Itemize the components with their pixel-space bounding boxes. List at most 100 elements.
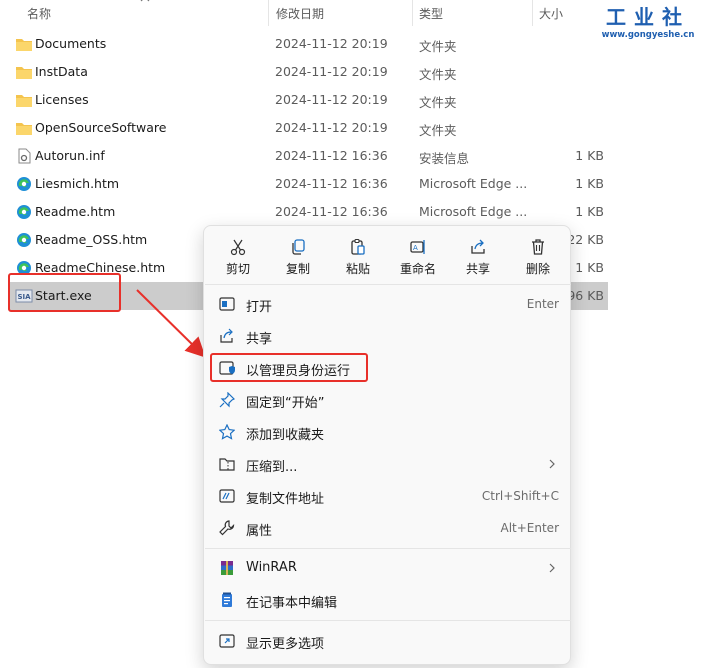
file-row[interactable]: Autorun.inf 2024-11-12 16:36 安装信息 1 KB	[8, 142, 608, 170]
logo-text: 工业社	[606, 5, 690, 29]
file-name: Documents	[35, 36, 107, 51]
rename-icon: A	[410, 240, 425, 254]
watermark-logo: 工业社 www.gongyeshe.cn	[600, 4, 696, 46]
file-type: 文件夹	[419, 123, 457, 138]
run-as-admin-highlight	[210, 353, 368, 382]
cut-label: 剪切	[225, 262, 250, 276]
menu-item-notepad[interactable]: 在记事本中编辑	[210, 585, 564, 615]
share-quick-label: 共享	[465, 262, 490, 276]
zip-icon	[219, 458, 235, 471]
file-name: Readme_OSS.htm	[35, 232, 148, 247]
menu-item-pin-start[interactable]: 固定到“开始”	[210, 385, 564, 415]
file-type: Microsoft Edge ...	[419, 204, 528, 219]
file-date: 2024-11-12 20:19	[275, 64, 388, 79]
menu-label: 复制文件地址	[246, 492, 325, 507]
menu-label: 添加到收藏夹	[246, 428, 325, 443]
menu-label: 共享	[246, 332, 273, 347]
file-row[interactable]: OpenSourceSoftware 2024-11-12 20:19 文件夹	[8, 114, 608, 142]
file-row[interactable]: InstData 2024-11-12 20:19 文件夹	[8, 58, 608, 86]
chevron-right-icon	[549, 459, 555, 469]
file-type: 文件夹	[419, 95, 457, 110]
menu-item-share[interactable]: 共享	[210, 321, 564, 351]
folder-icon	[16, 123, 32, 135]
copy-path-icon	[219, 489, 235, 503]
file-row[interactable]: Readme.htm 2024-11-12 16:36 Microsoft Ed…	[8, 198, 608, 226]
rename-button[interactable]: A 重命名	[390, 234, 446, 280]
menu-separator	[205, 284, 571, 285]
share-quick-button[interactable]: 共享	[450, 234, 506, 280]
column-divider	[532, 0, 533, 26]
star-icon	[219, 424, 235, 440]
file-size: 1 KB	[575, 148, 604, 163]
paste-label: 粘贴	[345, 262, 370, 276]
copy-icon	[292, 239, 305, 255]
column-divider	[412, 0, 413, 26]
cut-button[interactable]: 剪切	[210, 234, 266, 280]
column-divider	[268, 0, 269, 26]
logo-url: www.gongyeshe.cn	[601, 30, 695, 40]
file-size: 22 KB	[567, 232, 604, 247]
column-size[interactable]: 大小	[539, 5, 563, 22]
menu-label: 属性	[246, 524, 273, 539]
menu-label: WinRAR	[246, 560, 297, 575]
menu-item-copy-path[interactable]: 复制文件地址 Ctrl+Shift+C	[210, 481, 564, 511]
file-date: 2024-11-12 16:36	[275, 204, 388, 219]
menu-separator	[205, 620, 571, 621]
copy-button[interactable]: 复制	[270, 234, 326, 280]
delete-label: 删除	[525, 262, 550, 276]
menu-item-winrar[interactable]: WinRAR	[210, 553, 564, 583]
share-icon	[220, 328, 233, 343]
pin-icon	[219, 392, 235, 408]
menu-label: 显示更多选项	[246, 637, 325, 652]
file-name: Autorun.inf	[35, 148, 105, 163]
rename-label: 重命名	[399, 262, 436, 276]
file-size: 1 KB	[575, 260, 604, 275]
paste-button[interactable]: 粘贴	[330, 234, 386, 280]
start-exe-highlight	[8, 273, 121, 312]
file-date: 2024-11-12 20:19	[275, 92, 388, 107]
menu-item-properties[interactable]: 属性 Alt+Enter	[210, 513, 564, 543]
column-date[interactable]: 修改日期	[276, 5, 324, 22]
edge-icon	[17, 233, 31, 247]
quick-action-bar: 剪切 复制 粘贴 A 重命名 共享 删除	[204, 226, 570, 284]
svg-text:A: A	[413, 244, 418, 252]
menu-shortcut: Enter	[526, 297, 559, 311]
column-name[interactable]: 名称	[27, 5, 51, 22]
file-row[interactable]: Documents 2024-11-12 20:19 文件夹	[8, 30, 608, 58]
file-name: Licenses	[35, 92, 89, 107]
file-name: OpenSourceSoftware	[35, 120, 167, 135]
folder-icon	[16, 39, 32, 51]
column-type[interactable]: 类型	[419, 5, 443, 22]
menu-label: 压缩到...	[246, 460, 298, 475]
file-type: 文件夹	[419, 39, 457, 54]
wrench-icon	[219, 520, 235, 536]
menu-item-open[interactable]: 打开 Enter	[210, 289, 564, 319]
file-row[interactable]: Licenses 2024-11-12 20:19 文件夹	[8, 86, 608, 114]
file-date: 2024-11-12 16:36	[275, 148, 388, 163]
menu-item-more-options[interactable]: 显示更多选项	[210, 626, 564, 656]
file-size: 1 KB	[575, 204, 604, 219]
winrar-icon	[221, 561, 233, 575]
share-icon	[471, 239, 485, 254]
file-date: 2024-11-12 20:19	[275, 36, 388, 51]
trash-icon	[532, 239, 544, 255]
delete-button[interactable]: 删除	[510, 234, 566, 280]
file-row[interactable]: Liesmich.htm 2024-11-12 16:36 Microsoft …	[8, 170, 608, 198]
chevron-right-icon	[549, 563, 555, 573]
file-type: 文件夹	[419, 67, 457, 82]
menu-item-add-favorites[interactable]: 添加到收藏夹	[210, 417, 564, 447]
more-options-icon	[219, 634, 235, 648]
file-date: 2024-11-12 16:36	[275, 176, 388, 191]
menu-label: 固定到“开始”	[246, 396, 325, 411]
menu-shortcut: Alt+Enter	[500, 521, 559, 535]
menu-label: 打开	[246, 300, 273, 315]
file-name: Readme.htm	[35, 204, 116, 219]
file-type: Microsoft Edge ...	[419, 176, 528, 191]
sort-up-icon	[140, 0, 150, 2]
menu-separator	[205, 548, 571, 549]
settings-file-icon	[18, 148, 31, 164]
menu-item-compress[interactable]: 压缩到...	[210, 449, 564, 479]
edge-icon	[17, 205, 31, 219]
file-date: 2024-11-12 20:19	[275, 120, 388, 135]
scissors-icon	[230, 239, 246, 256]
